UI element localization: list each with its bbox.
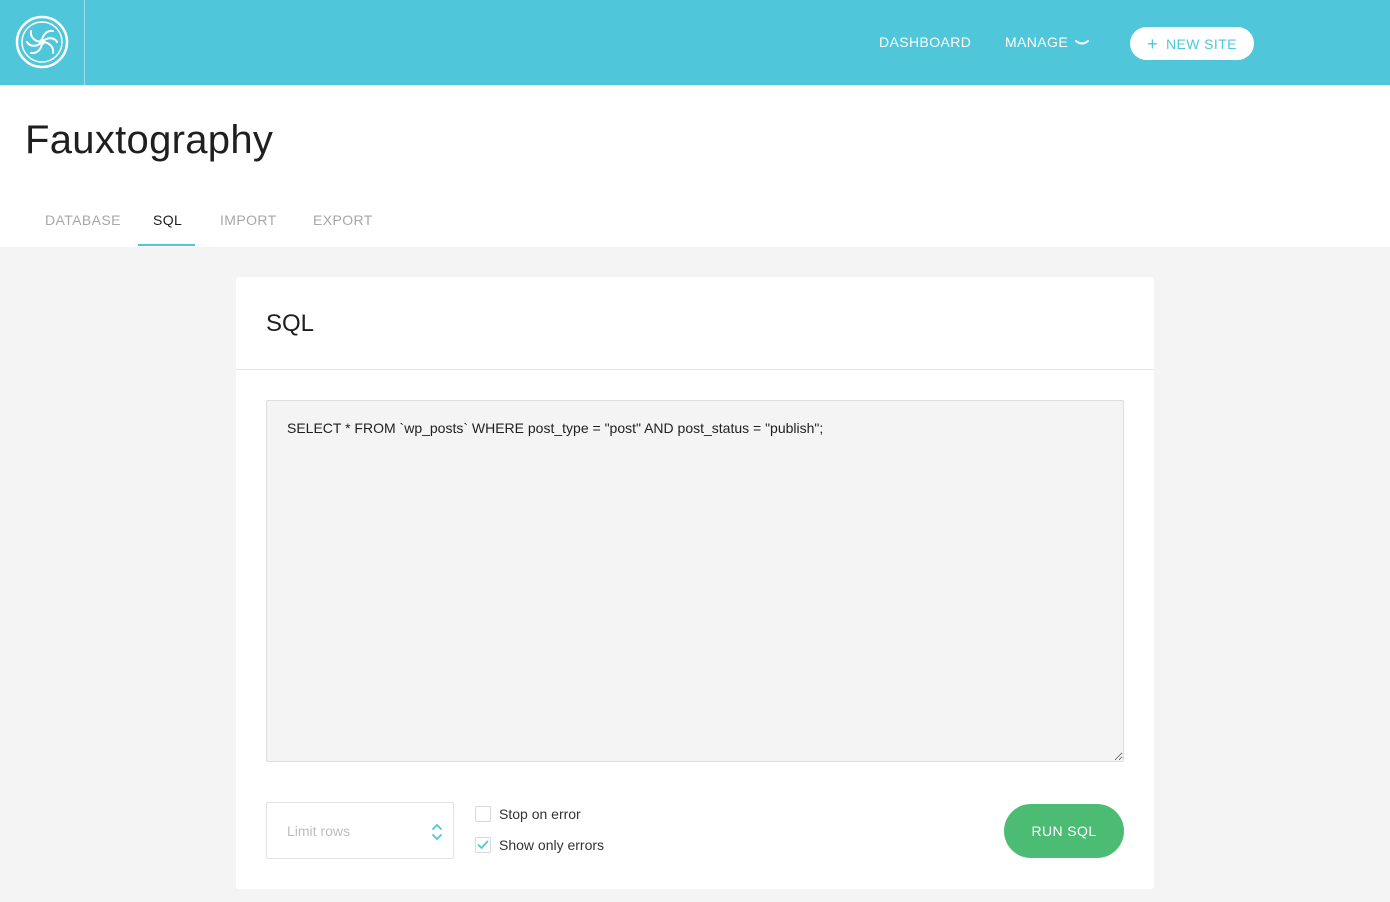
tab-sql[interactable]: SQL (153, 212, 182, 228)
sql-query-textarea[interactable]: SELECT * FROM `wp_posts` WHERE post_type… (266, 400, 1124, 762)
select-arrows-icon (432, 824, 442, 840)
limit-rows-select[interactable]: Limit rows (266, 802, 454, 859)
show-only-errors-label: Show only errors (499, 837, 605, 853)
limit-rows-placeholder: Limit rows (287, 823, 351, 839)
new-site-label: NEW SITE (1166, 35, 1237, 52)
top-navigation-bar: DASHBOARD MANAGE + NEW SITE (0, 0, 1390, 85)
card-title: SQL (266, 310, 315, 337)
run-sql-button[interactable]: RUN SQL (1004, 804, 1124, 858)
page-header: Fauxtography DATABASE SQL IMPORT EXPORT (0, 85, 1390, 247)
checkmark-icon (477, 840, 489, 849)
page-title: Fauxtography (25, 118, 274, 162)
tab-export[interactable]: EXPORT (313, 212, 373, 228)
tab-import[interactable]: IMPORT (220, 212, 277, 228)
card-divider (236, 369, 1154, 370)
tab-database[interactable]: DATABASE (45, 212, 121, 228)
show-only-errors-option[interactable]: Show only errors (475, 837, 604, 853)
stop-on-error-option[interactable]: Stop on error (475, 806, 581, 822)
new-site-button[interactable]: + NEW SITE (1130, 27, 1254, 60)
stop-on-error-label: Stop on error (499, 806, 581, 822)
sql-card: SQL SELECT * FROM `wp_posts` WHERE post_… (236, 277, 1154, 889)
plus-icon: + (1147, 33, 1159, 54)
stop-on-error-checkbox[interactable] (475, 806, 491, 822)
nav-dashboard-link[interactable]: DASHBOARD (879, 34, 971, 50)
show-only-errors-checkbox[interactable] (475, 837, 491, 853)
active-tab-indicator (138, 244, 195, 246)
logo-divider (84, 0, 85, 85)
flywheel-logo-icon[interactable] (15, 15, 69, 69)
nav-manage-link[interactable]: MANAGE (1005, 34, 1068, 50)
chevron-down-icon[interactable] (1074, 37, 1090, 47)
